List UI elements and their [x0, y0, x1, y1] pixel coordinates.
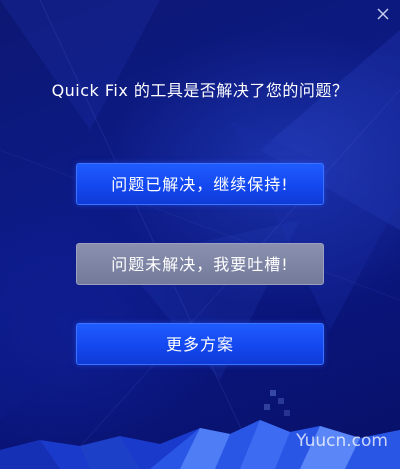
- close-icon: [377, 8, 389, 20]
- more-solutions-button[interactable]: 更多方案: [76, 323, 324, 365]
- watermark-text: Yuucn.com: [296, 431, 388, 451]
- problem-unresolved-button[interactable]: 问题未解决，我要吐槽!: [76, 243, 324, 285]
- dialog-title: Quick Fix 的工具是否解决了您的问题？: [51, 81, 349, 100]
- quick-fix-feedback-dialog: Quick Fix 的工具是否解决了您的问题？ 问题已解决，继续保持! 问题未解…: [0, 0, 400, 469]
- problem-resolved-button[interactable]: 问题已解决，继续保持!: [76, 163, 324, 205]
- close-button[interactable]: [374, 5, 392, 23]
- background-art: [0, 0, 400, 469]
